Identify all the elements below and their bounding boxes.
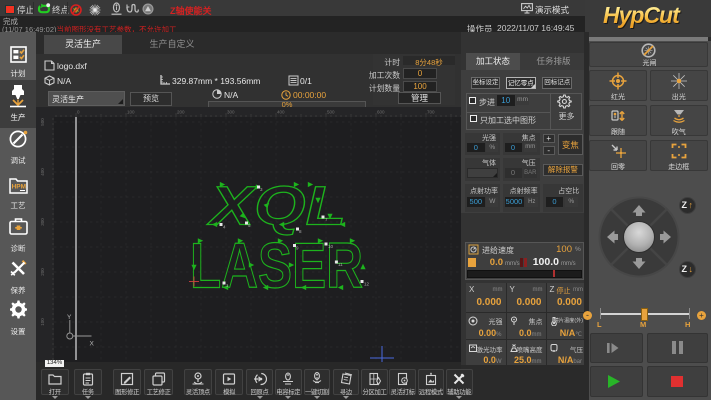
svg-text:700: 700 [427, 110, 435, 115]
svg-text:12: 12 [364, 282, 370, 287]
svg-text:200: 200 [40, 268, 45, 276]
svg-text:500: 500 [327, 110, 335, 115]
svg-text:100: 100 [127, 110, 135, 115]
svg-text:300: 300 [227, 110, 235, 115]
svg-text:11: 11 [338, 262, 343, 267]
svg-text:X: X [90, 341, 95, 348]
svg-text:500: 500 [40, 118, 45, 126]
svg-text:200: 200 [177, 110, 185, 115]
svg-text:400: 400 [40, 168, 45, 176]
svg-text:10: 10 [328, 244, 334, 249]
svg-text:Y: Y [67, 314, 72, 321]
svg-text:400: 400 [277, 110, 285, 115]
svg-text:600: 600 [377, 110, 385, 115]
svg-text:XQL: XQL [206, 175, 346, 237]
svg-text:300: 300 [40, 218, 45, 226]
svg-text:HPM: HPM [12, 183, 26, 190]
svg-text:100: 100 [40, 318, 45, 326]
